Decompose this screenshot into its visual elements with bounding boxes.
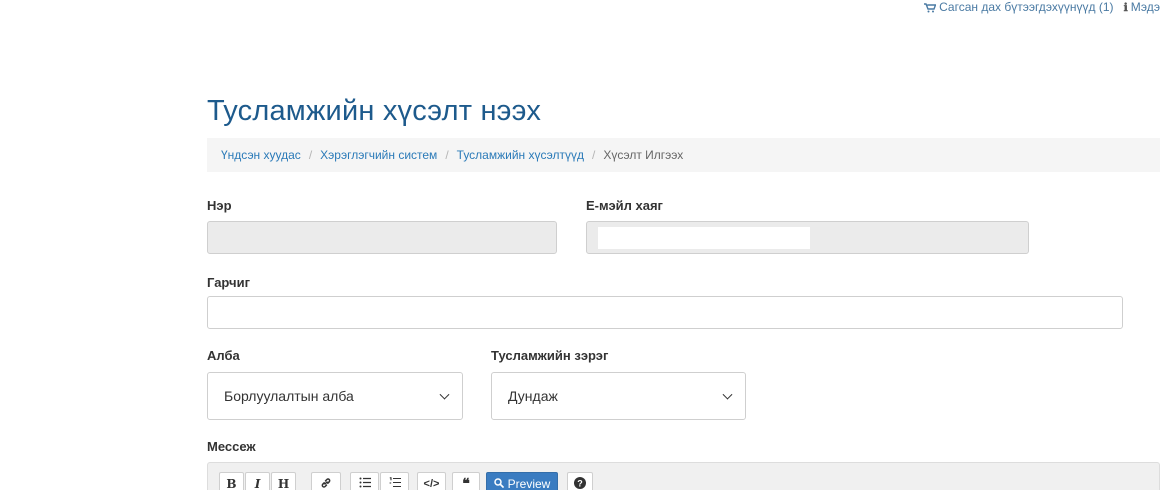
- breadcrumb-client-area[interactable]: Хэрэглэгчийн систем: [320, 148, 437, 162]
- bold-button[interactable]: B: [219, 472, 244, 490]
- preview-label: Preview: [507, 477, 551, 490]
- breadcrumb-support-tickets[interactable]: Тусламжийн хүсэлтүүд: [457, 148, 584, 162]
- priority-select[interactable]: Дундаж: [491, 372, 746, 420]
- ordered-list-button[interactable]: [380, 472, 409, 490]
- quote-icon: ❝: [462, 476, 470, 490]
- breadcrumb-separator: /: [592, 148, 596, 162]
- heading-button[interactable]: H: [271, 472, 296, 490]
- chevron-down-icon: [439, 389, 450, 400]
- name-label: Нэр: [207, 198, 232, 213]
- department-select[interactable]: Борлуулалтын алба: [207, 372, 463, 420]
- help-button[interactable]: ?: [567, 472, 593, 490]
- info-icon: ℹ: [1123, 0, 1128, 14]
- breadcrumb-separator: /: [308, 148, 313, 162]
- email-field[interactable]: [586, 221, 1029, 254]
- italic-icon: I: [254, 477, 261, 490]
- info-link-label: Мэдэ: [1130, 0, 1160, 14]
- code-icon: </>: [423, 478, 440, 490]
- priority-select-value: Дундаж: [508, 388, 558, 404]
- svg-text:?: ?: [577, 478, 583, 488]
- chevron-down-icon: [722, 389, 733, 400]
- cart-link[interactable]: Сагсан дах бүтээгдэхүүнүүд (1): [924, 0, 1114, 14]
- ordered-list-icon: [389, 477, 401, 490]
- department-label: Алба: [207, 348, 240, 363]
- unordered-list-icon: [359, 477, 371, 490]
- editor-toolbar: B I H </> ❝ Preview ?: [207, 462, 1160, 490]
- cart-link-label: Сагсан дах бүтээгдэхүүнүүд (1): [939, 0, 1114, 14]
- quote-button[interactable]: ❝: [452, 472, 480, 490]
- help-icon: ?: [574, 476, 586, 490]
- search-icon: [493, 477, 504, 490]
- email-value: [598, 227, 810, 249]
- message-label: Мессеж: [207, 439, 256, 454]
- subject-input[interactable]: [207, 296, 1123, 329]
- italic-button[interactable]: I: [245, 472, 270, 490]
- link-icon: [320, 477, 332, 490]
- priority-label: Тусламжийн зэрэг: [491, 348, 609, 363]
- bold-icon: B: [226, 477, 237, 490]
- top-links: Сагсан дах бүтээгдэхүүнүүд (1) ℹ Мэдэ: [924, 0, 1160, 14]
- breadcrumb-separator: /: [445, 148, 449, 162]
- preview-button[interactable]: Preview: [486, 472, 558, 490]
- link-button[interactable]: [311, 472, 341, 490]
- heading-icon: H: [277, 477, 290, 490]
- breadcrumb-current: Хүсэлт Илгээх: [603, 148, 684, 162]
- department-select-value: Борлуулалтын алба: [224, 388, 354, 404]
- name-field[interactable]: [207, 221, 557, 254]
- breadcrumb-home[interactable]: Үндсэн хуудас: [221, 148, 301, 162]
- subject-label: Гарчиг: [207, 275, 250, 290]
- cart-icon: [924, 2, 937, 13]
- email-label: Е-мэйл хаяг: [586, 198, 663, 213]
- page-title: Тусламжийн хүсэлт нээх: [207, 95, 542, 127]
- info-link[interactable]: ℹ Мэдэ: [1124, 0, 1160, 14]
- code-button[interactable]: </>: [417, 472, 446, 490]
- breadcrumb: Үндсэн хуудас / Хэрэглэгчийн систем / Ту…: [207, 138, 1160, 172]
- unordered-list-button[interactable]: [350, 472, 379, 490]
